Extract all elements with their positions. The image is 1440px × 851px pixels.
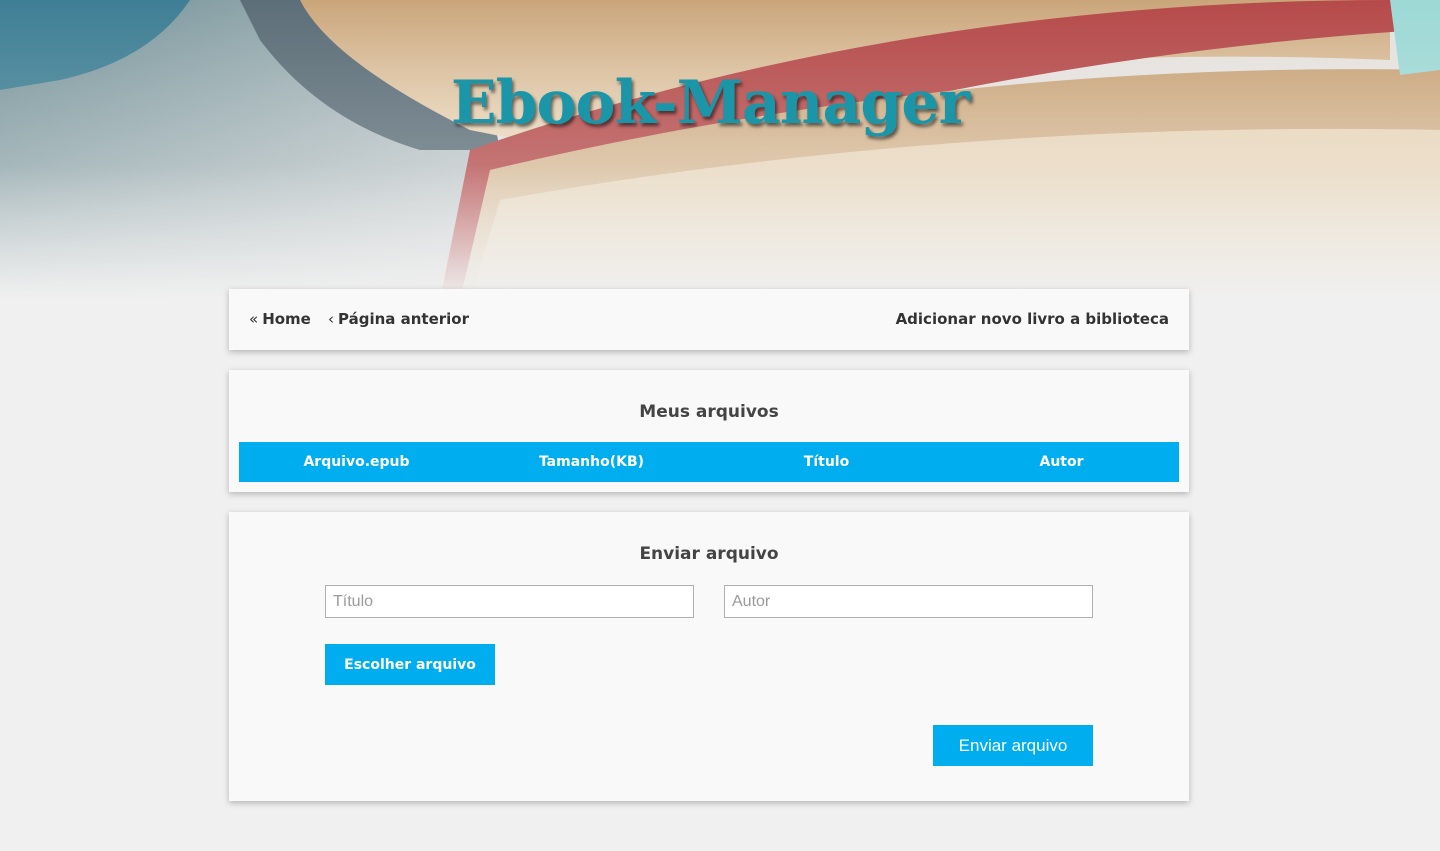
column-header-size: Tamanho(KB) xyxy=(538,454,645,470)
column-header-title: Título xyxy=(803,454,850,470)
files-table: Arquivo.epub Tamanho(KB) Título Autor xyxy=(239,442,1179,482)
author-input[interactable] xyxy=(724,585,1093,618)
my-files-title: Meus arquivos xyxy=(639,402,779,422)
nav-bar: «Home ‹ Página anterior Adicionar novo li… xyxy=(229,289,1189,350)
files-table-header-row: Arquivo.epub Tamanho(KB) Título Autor xyxy=(239,442,1179,482)
books-banner-image xyxy=(0,0,1440,300)
home-link-label: Home xyxy=(262,310,311,328)
choose-file-button[interactable]: Escolher arquivo xyxy=(325,644,495,685)
my-files-panel: Meus arquivos Arquivo.epub Tamanho(KB) T… xyxy=(229,370,1189,492)
column-header-author: Autor xyxy=(1039,454,1084,470)
header-banner: Ebook-Manager xyxy=(0,0,1440,300)
previous-page-link-label: Página anterior xyxy=(338,310,470,328)
upload-panel: Enviar arquivo Escolher arquivo Enviar a… xyxy=(229,512,1189,801)
double-chevron-left-icon: « xyxy=(249,310,259,328)
upload-title: Enviar arquivo xyxy=(639,544,779,564)
home-link[interactable]: «Home xyxy=(249,310,311,328)
send-file-button[interactable]: Enviar arquivo xyxy=(933,725,1093,766)
previous-page-link[interactable]: ‹ Página anterior xyxy=(328,310,469,328)
add-book-link[interactable]: Adicionar novo livro a biblioteca xyxy=(896,310,1169,328)
column-header-file: Arquivo.epub xyxy=(303,454,410,470)
chevron-left-icon: ‹ xyxy=(328,310,334,328)
site-title: Ebook-Manager xyxy=(450,68,970,138)
title-input[interactable] xyxy=(325,585,694,618)
